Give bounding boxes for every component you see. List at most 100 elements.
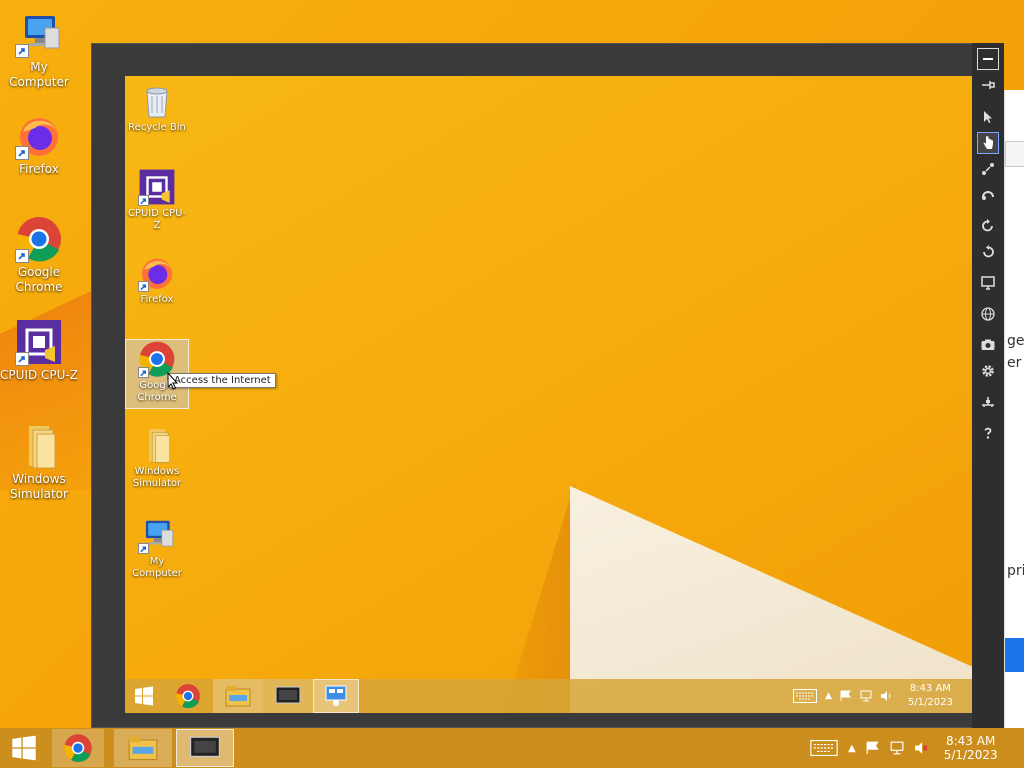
sim-icon-label: Windows Simulator — [132, 466, 182, 489]
firefox-icon — [138, 254, 176, 292]
shortcut-arrow-icon — [138, 195, 149, 206]
sim-clock-time: 8:43 AM — [909, 683, 951, 694]
text-fragment: er s — [1007, 355, 1024, 371]
volume-muted-icon[interactable] — [914, 741, 928, 755]
sim-clock[interactable]: 8:43 AM 5/1/2023 — [908, 682, 953, 710]
rotation-tool-button[interactable] — [977, 184, 999, 206]
search-bar-fragment[interactable] — [1005, 141, 1024, 167]
flag-icon[interactable] — [840, 690, 852, 702]
shortcut-arrow-icon — [15, 249, 29, 263]
shortcut-arrow-icon — [15, 352, 29, 366]
network-icon[interactable] — [890, 741, 904, 755]
start-button[interactable] — [0, 728, 48, 768]
screenshot-button[interactable] — [977, 334, 999, 356]
sim-taskbar-simulator[interactable] — [263, 679, 313, 713]
resolution-button[interactable] — [977, 272, 999, 294]
hand-icon — [983, 136, 993, 149]
folder-icon — [138, 426, 176, 464]
taskbar-simulator[interactable] — [176, 729, 234, 767]
text-fragment: pri — [1007, 563, 1024, 579]
keyboard-icon[interactable] — [793, 689, 817, 703]
camera-icon — [981, 339, 995, 350]
sim-icon-cpuz[interactable]: CPUID CPU-Z — [125, 168, 189, 232]
volume-icon[interactable] — [880, 690, 892, 702]
keyboard-icon[interactable] — [810, 740, 838, 756]
desktop-icon-label: CPUID CPU-Z — [0, 368, 78, 382]
desktop-icon-chrome[interactable]: Google Chrome — [0, 215, 78, 295]
shortcut-arrow-icon — [138, 367, 149, 378]
sim-taskbar-rdp[interactable] — [313, 679, 359, 713]
gear-icon — [982, 365, 994, 377]
host-taskbar: ▲ 8:43 AM 5/1/2023 — [0, 728, 1024, 768]
minimize-button[interactable] — [977, 48, 999, 70]
chrome-icon — [176, 684, 200, 709]
sim-icon-windows-simulator[interactable]: Windows Simulator — [125, 426, 189, 490]
taskbar-file-explorer[interactable] — [114, 729, 172, 767]
monitor-icon — [981, 276, 995, 290]
chrome-icon — [64, 734, 92, 762]
host-clock[interactable]: 8:43 AM 5/1/2023 — [944, 734, 998, 762]
sim-system-tray: ▲ 8:43 AM 5/1/2023 — [793, 679, 953, 713]
sim-taskbar-explorer[interactable] — [213, 679, 263, 713]
settings-button[interactable] — [977, 360, 999, 382]
firefox-icon — [15, 112, 63, 160]
rotate-gesture-icon — [982, 191, 994, 200]
sim-start-button[interactable] — [125, 679, 163, 713]
desktop-icon-firefox[interactable]: Firefox — [0, 112, 78, 177]
blue-button-fragment[interactable] — [1005, 638, 1024, 672]
shortcut-arrow-icon — [138, 281, 149, 292]
shortcut-arrow-icon — [15, 44, 29, 58]
desktop-icon-windows-simulator[interactable]: Windows Simulator — [0, 422, 78, 502]
simulator-window[interactable]: Recycle Bin CPUID CPU-Z Firefox Google C… — [91, 43, 1004, 728]
pinch-tool-button[interactable] — [977, 158, 999, 180]
desktop-icon-label: Windows Simulator — [10, 472, 68, 501]
sim-icon-firefox[interactable]: Firefox — [125, 254, 189, 306]
rotate-counterclockwise-button[interactable] — [977, 241, 999, 263]
network-button[interactable] — [977, 391, 999, 413]
desktop-icon-my-computer[interactable]: My Computer — [0, 10, 78, 90]
sim-taskbar-chrome[interactable] — [163, 679, 213, 713]
rotate-counterclockwise-icon — [983, 245, 994, 258]
windows-logo-icon — [135, 686, 153, 706]
network-icon[interactable] — [860, 690, 872, 702]
help-icon — [984, 427, 992, 439]
pin-icon — [982, 81, 995, 89]
sim-clock-date: 5/1/2023 — [907, 697, 953, 708]
show-hidden-icons-icon[interactable]: ▲ — [825, 691, 832, 701]
system-tray: ▲ 8:43 AM 5/1/2023 — [810, 728, 998, 768]
sim-icon-my-computer[interactable]: My Computer — [125, 516, 189, 580]
desktop-icon-label: Firefox — [19, 162, 59, 176]
text-fragment: get — [1007, 333, 1024, 349]
pin-button[interactable] — [977, 74, 999, 96]
pinch-zoom-icon — [982, 163, 994, 175]
pointer-tool-button[interactable] — [977, 106, 999, 128]
desktop-icon-cpuz[interactable]: CPUID CPU-Z — [0, 318, 78, 383]
touch-tool-button[interactable] — [977, 132, 999, 154]
rotate-clockwise-button[interactable] — [977, 215, 999, 237]
sim-icon-label: My Computer — [132, 556, 182, 579]
shortcut-arrow-icon — [15, 146, 29, 160]
pointer-icon — [984, 111, 992, 123]
windows-logo-icon — [12, 735, 36, 761]
network-icon — [982, 397, 994, 407]
file-explorer-icon — [128, 736, 158, 761]
location-button[interactable] — [977, 303, 999, 325]
shortcut-arrow-icon — [138, 543, 149, 554]
help-button[interactable] — [977, 422, 999, 444]
taskbar-chrome[interactable] — [52, 729, 104, 767]
chrome-icon — [15, 215, 63, 263]
cpuz-icon — [138, 168, 176, 206]
monitor-icon — [190, 736, 220, 757]
simulated-desktop[interactable]: Recycle Bin CPUID CPU-Z Firefox Google C… — [125, 76, 973, 713]
simulator-toolbar — [972, 43, 1004, 728]
show-hidden-icons-icon[interactable]: ▲ — [848, 743, 856, 754]
desktop-icon-label: My Computer — [9, 60, 69, 89]
cpuz-icon — [15, 318, 63, 366]
desktop-icon-label: Google Chrome — [15, 265, 63, 294]
folder-icon — [15, 422, 63, 470]
tooltip: Access the Internet — [169, 373, 276, 388]
sim-icon-recycle-bin[interactable]: Recycle Bin — [125, 82, 189, 134]
flag-icon[interactable] — [866, 741, 880, 755]
recycle-bin-icon — [138, 82, 176, 120]
background-browser-window[interactable]: get er s pri — [1004, 90, 1024, 728]
